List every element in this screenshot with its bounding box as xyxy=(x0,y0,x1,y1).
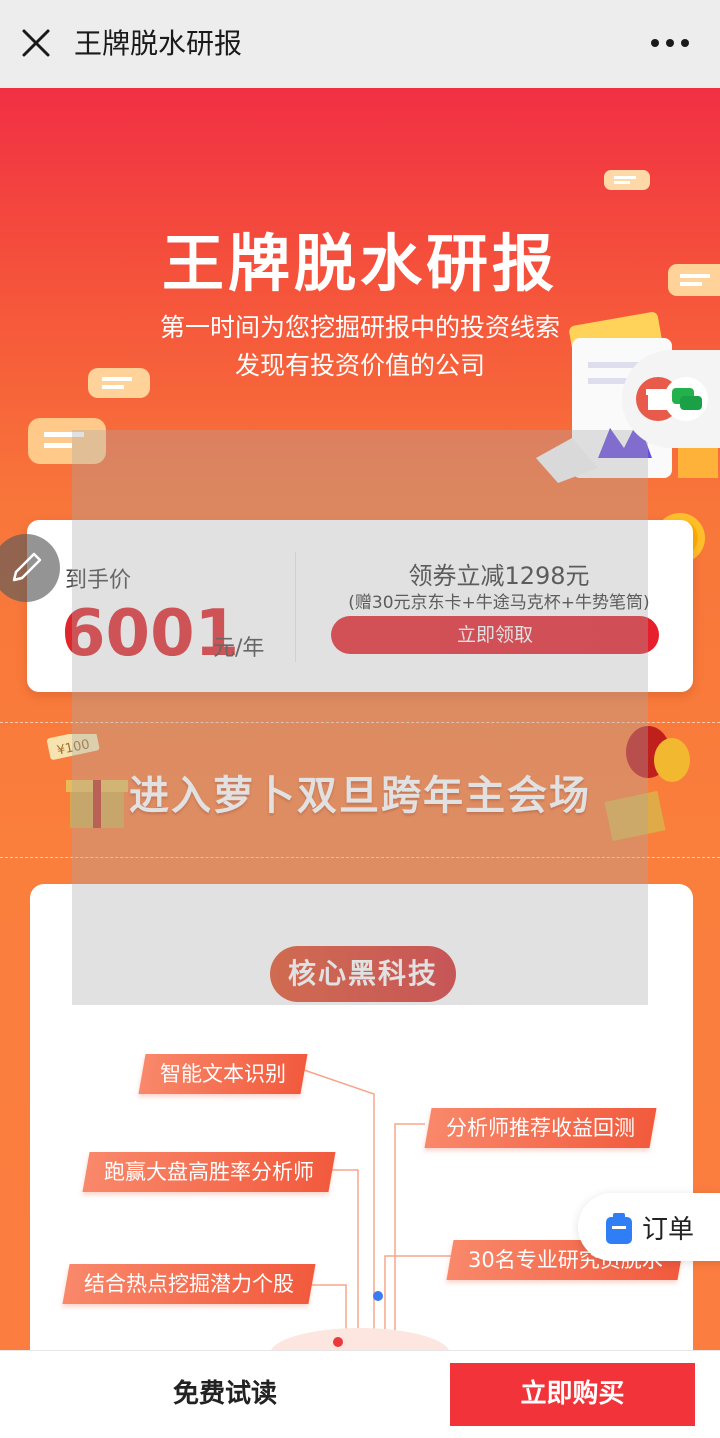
top-nav-bar: 王牌脱水研报 xyxy=(0,0,720,88)
order-button[interactable]: 订单 xyxy=(578,1193,720,1261)
tech-tag: 跑赢大盘高胜率分析师 xyxy=(82,1152,336,1192)
bottom-action-bar: 免费试读 立即购买 xyxy=(0,1350,720,1438)
order-label[interactable]: 订单 xyxy=(642,1209,694,1246)
clipboard-icon xyxy=(606,1213,632,1244)
edit-button[interactable] xyxy=(0,534,60,602)
page-title: 王牌脱水研报 xyxy=(74,27,243,60)
hero-title: 王牌脱水研报 xyxy=(161,227,558,300)
bubble-decoration-icon xyxy=(604,170,650,190)
more-icon[interactable] xyxy=(650,36,690,50)
buy-now-button[interactable]: 立即购买 xyxy=(450,1363,695,1426)
tech-tag: 智能文本识别 xyxy=(138,1054,308,1094)
tech-tag: 分析师推荐收益回测 xyxy=(424,1108,657,1148)
chat-gift-button[interactable] xyxy=(622,350,720,448)
pencil-icon xyxy=(12,552,42,582)
hero-subtitle: 第一时间为您挖掘研报中的投资线索 xyxy=(159,313,560,342)
overlay-panel xyxy=(72,430,648,1005)
gift-chat-icon xyxy=(636,377,708,421)
hero-subtitle: 发现有投资价值的公司 xyxy=(234,351,485,380)
tech-tag: 结合热点挖掘潜力个股 xyxy=(62,1264,316,1304)
free-trial-button[interactable]: 免费试读 xyxy=(0,1351,450,1438)
close-icon[interactable] xyxy=(20,27,52,59)
